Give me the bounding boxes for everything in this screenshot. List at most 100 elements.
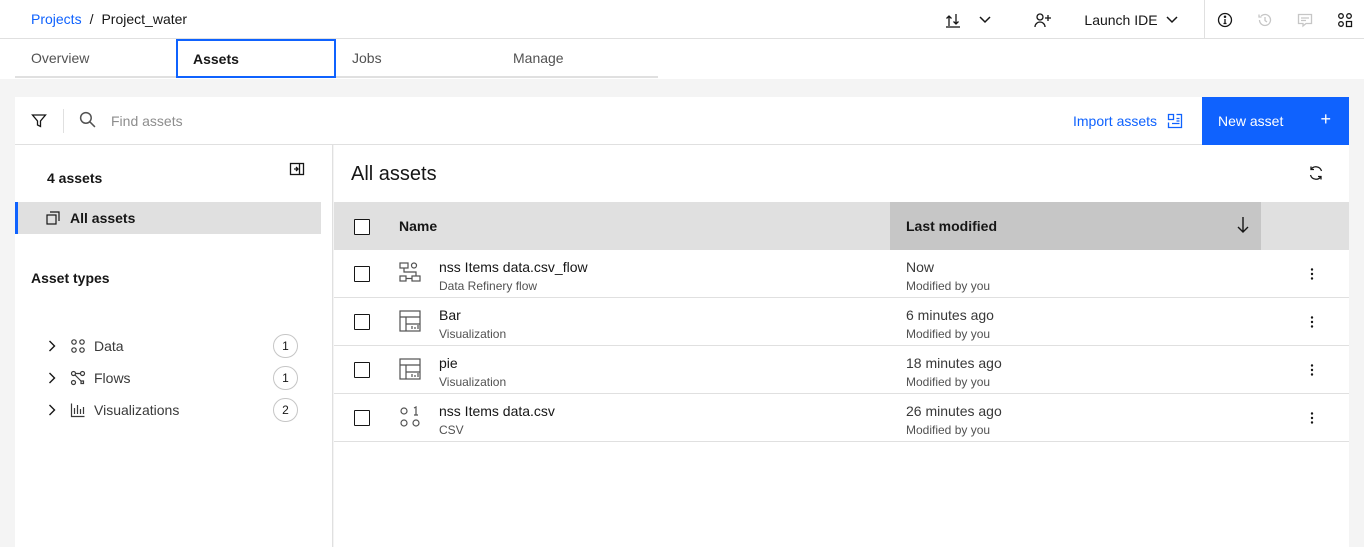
flows-icon <box>70 370 86 386</box>
import-assets-label: Import assets <box>1073 113 1158 129</box>
table-row[interactable]: pie Visualization 18 minutes ago Modifie… <box>334 346 1349 394</box>
arrow-down-icon <box>1235 216 1251 234</box>
visualization-icon <box>399 310 421 332</box>
tab-overview[interactable]: Overview <box>15 39 176 78</box>
asset-type: Visualization <box>439 327 507 341</box>
asset-type: Data Refinery flow <box>439 279 538 293</box>
count-badge: 1 <box>273 366 298 390</box>
bar-chart-icon <box>70 402 86 418</box>
new-asset-label: New asset <box>1218 113 1284 129</box>
count-badge: 1 <box>273 334 298 358</box>
apps-icon <box>1337 12 1353 28</box>
sidebar-item-flows[interactable]: Flows 1 <box>48 362 298 394</box>
row-checkbox[interactable] <box>354 266 370 282</box>
comments-button[interactable] <box>1294 0 1316 39</box>
table-header: Name Last modified <box>334 202 1349 250</box>
overflow-menu-icon[interactable] <box>1304 410 1320 426</box>
upload-download-icon <box>945 12 961 28</box>
tab-bar: Overview Assets Jobs Manage <box>0 39 1364 79</box>
new-asset-button[interactable]: New asset + <box>1202 97 1349 145</box>
asset-type: CSV <box>439 423 464 437</box>
table-row[interactable]: Bar Visualization 6 minutes ago Modified… <box>334 298 1349 346</box>
sidebar-item-all-assets[interactable]: All assets <box>15 202 321 234</box>
toolbar-divider <box>63 109 64 133</box>
sync-button[interactable] <box>940 0 966 39</box>
assets-main-panel: All assets Name Last modified nss Items … <box>334 145 1349 547</box>
sidebar-item-label: Flows <box>94 370 131 386</box>
flow-icon <box>399 262 421 284</box>
chevron-down-icon <box>979 15 991 24</box>
sync-menu-button[interactable] <box>974 0 996 39</box>
refresh-icon[interactable] <box>1308 165 1324 181</box>
count-badge: 2 <box>273 398 298 422</box>
page-title: All assets <box>351 163 437 185</box>
info-icon <box>1217 12 1233 28</box>
table-row[interactable]: nss Items data.csv CSV 26 minutes ago Mo… <box>334 394 1349 442</box>
column-header-label: Last modified <box>906 218 998 234</box>
filter-icon <box>31 113 47 129</box>
asset-name[interactable]: Bar <box>439 307 461 323</box>
asset-type: Visualization <box>439 375 507 389</box>
header-divider <box>1204 0 1205 39</box>
asset-name[interactable]: nss Items data.csv <box>439 403 555 419</box>
search-icon <box>79 111 96 128</box>
last-modified: 26 minutes ago <box>906 403 1002 419</box>
row-checkbox[interactable] <box>354 410 370 426</box>
plus-icon: + <box>1320 109 1331 129</box>
breadcrumb-separator: / <box>89 11 94 27</box>
overflow-menu-icon[interactable] <box>1304 362 1320 378</box>
data-icon <box>70 338 86 354</box>
modified-by: Modified by you <box>906 423 991 437</box>
chevron-right-icon[interactable] <box>48 372 60 384</box>
asset-count: 4 assets <box>47 170 103 186</box>
history-button[interactable] <box>1254 0 1276 39</box>
history-icon <box>1257 12 1273 28</box>
sidebar-item-visualizations[interactable]: Visualizations 2 <box>48 394 298 426</box>
data-icon <box>399 406 421 428</box>
column-header-last-modified[interactable]: Last modified <box>890 202 1261 250</box>
select-all-checkbox[interactable] <box>354 219 370 235</box>
modified-by: Modified by you <box>906 279 991 293</box>
launch-ide-label: Launch IDE <box>1084 11 1158 28</box>
overflow-menu-icon[interactable] <box>1304 266 1320 282</box>
tab-assets[interactable]: Assets <box>176 39 336 78</box>
table-row[interactable]: nss Items data.csv_flow Data Refinery fl… <box>334 250 1349 298</box>
assets-toolbar: Import assets New asset + <box>15 97 1349 145</box>
breadcrumb-projects-link[interactable]: Projects <box>31 11 82 27</box>
last-modified: Now <box>906 259 935 275</box>
filter-button[interactable] <box>15 97 63 145</box>
chevron-right-icon[interactable] <box>48 340 60 352</box>
chevron-right-icon[interactable] <box>48 404 60 416</box>
collapse-panel-icon[interactable] <box>289 161 305 177</box>
modified-by: Modified by you <box>906 375 991 389</box>
modified-by: Modified by you <box>906 327 991 341</box>
tab-jobs[interactable]: Jobs <box>336 39 497 78</box>
asset-name[interactable]: pie <box>439 355 458 371</box>
chevron-down-icon <box>1166 15 1178 24</box>
asset-types-heading: Asset types <box>31 270 110 286</box>
sidebar-item-label: Visualizations <box>94 402 180 418</box>
top-header: Projects / Project_water Launch IDE <box>0 0 1364 39</box>
info-button[interactable] <box>1214 0 1236 39</box>
breadcrumb: Projects / Project_water <box>31 11 187 27</box>
asset-name[interactable]: nss Items data.csv_flow <box>439 259 588 275</box>
asset-sidebar: 4 assets All assets Asset types Data 1 F… <box>15 145 333 547</box>
row-checkbox[interactable] <box>354 314 370 330</box>
sidebar-item-data[interactable]: Data 1 <box>48 330 298 362</box>
launch-ide-button[interactable]: Launch IDE <box>1076 0 1186 39</box>
apps-button[interactable] <box>1334 0 1356 39</box>
row-checkbox[interactable] <box>354 362 370 378</box>
overflow-menu-icon[interactable] <box>1304 314 1320 330</box>
sidebar-item-label: All assets <box>70 210 136 226</box>
visualization-icon <box>399 358 421 380</box>
import-icon <box>1167 113 1183 129</box>
column-header-name[interactable]: Name <box>399 218 437 234</box>
last-modified: 6 minutes ago <box>906 307 994 323</box>
copy-icon <box>46 211 60 225</box>
tab-manage[interactable]: Manage <box>497 39 658 78</box>
sidebar-item-label: Data <box>94 338 124 354</box>
add-collaborator-button[interactable] <box>1031 0 1055 39</box>
add-user-icon <box>1034 12 1052 28</box>
import-assets-button[interactable]: Import assets <box>1073 97 1183 145</box>
search-input[interactable] <box>111 109 711 133</box>
